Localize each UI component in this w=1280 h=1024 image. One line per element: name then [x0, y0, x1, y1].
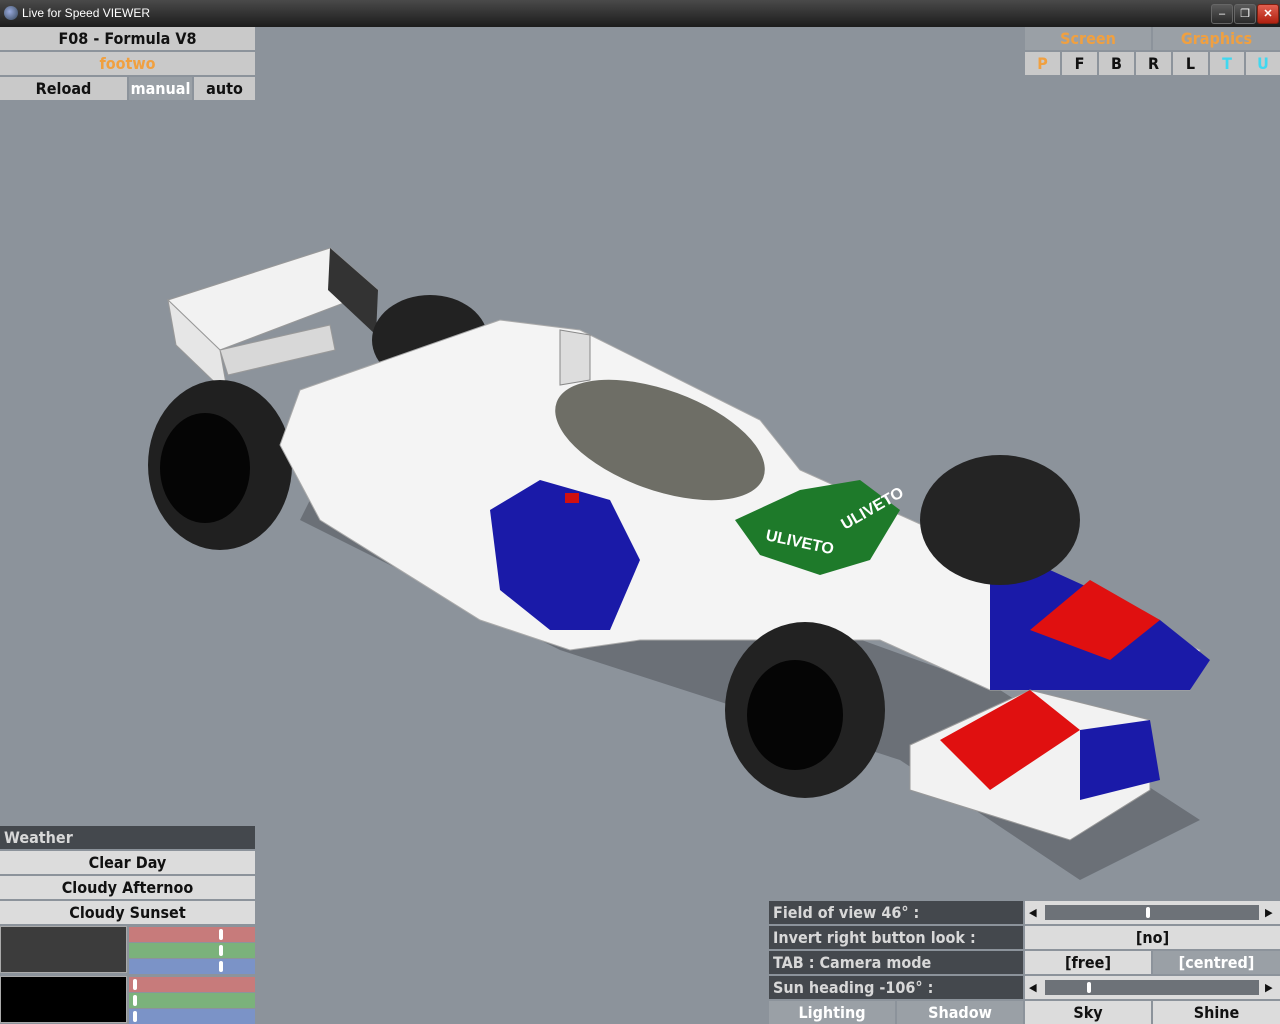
field-of-view-control[interactable]: ◀ ▶	[1025, 901, 1280, 924]
tab-shadow[interactable]: Shadow	[897, 1001, 1023, 1024]
screen-button[interactable]: Screen	[1025, 27, 1151, 50]
view-b-button[interactable]: B	[1099, 52, 1134, 75]
slider-thumb[interactable]	[132, 979, 137, 990]
weather-cloudy-sunset-button[interactable]: Cloudy Sunset	[0, 901, 255, 924]
fov-track[interactable]	[1045, 905, 1259, 920]
view-t-button[interactable]: T	[1210, 52, 1244, 75]
field-of-view-label: Field of view 46° :	[769, 901, 1023, 924]
fov-slider-thumb[interactable]	[1145, 907, 1150, 918]
view-r-button[interactable]: R	[1136, 52, 1171, 75]
colour2-red-slider[interactable]	[129, 977, 255, 992]
fov-decrease-icon[interactable]: ◀	[1029, 901, 1037, 924]
view-f-button[interactable]: F	[1062, 52, 1097, 75]
weather-cloudy-afternoon-button[interactable]: Cloudy Afternoo	[0, 876, 255, 899]
slider-thumb[interactable]	[132, 1011, 137, 1022]
invert-look-toggle[interactable]: [no]	[1025, 926, 1280, 949]
car-3d-view[interactable]: ULIVETO ULIVETO	[0, 27, 1280, 887]
weather-clear-day-button[interactable]: Clear Day	[0, 851, 255, 874]
sun-decrease-icon[interactable]: ◀	[1029, 976, 1037, 999]
invert-look-label: Invert right button look :	[769, 926, 1023, 949]
camera-mode-free-button[interactable]: [free]	[1025, 951, 1151, 974]
sun-increase-icon[interactable]: ▶	[1265, 976, 1273, 999]
view-u-button[interactable]: U	[1246, 52, 1280, 75]
camera-mode-label: TAB : Camera mode	[769, 951, 1023, 974]
colour2-blue-slider[interactable]	[129, 1009, 255, 1024]
auto-button[interactable]: auto	[194, 77, 255, 100]
app-icon	[4, 6, 18, 20]
sun-track[interactable]	[1045, 980, 1259, 995]
tab-shine[interactable]: Shine	[1153, 1001, 1280, 1024]
restore-button[interactable]: ❐	[1234, 4, 1256, 24]
reload-button[interactable]: Reload	[0, 77, 127, 100]
skin-name-button[interactable]: footwo	[0, 52, 255, 75]
window-titlebar: Live for Speed VIEWER – ❐ ✕	[0, 0, 1280, 27]
sun-heading-control[interactable]: ◀ ▶	[1025, 976, 1280, 999]
colour1-green-slider[interactable]	[129, 943, 255, 958]
car-name-label: F08 - Formula V8	[0, 27, 255, 50]
ambient-colour-swatch	[0, 926, 127, 973]
slider-thumb[interactable]	[219, 945, 223, 956]
manual-button[interactable]: manual	[129, 77, 192, 100]
view-l-button[interactable]: L	[1173, 52, 1208, 75]
sun-heading-label: Sun heading -106° :	[769, 976, 1023, 999]
slider-thumb[interactable]	[132, 995, 137, 1006]
tab-sky[interactable]: Sky	[1025, 1001, 1151, 1024]
fov-increase-icon[interactable]: ▶	[1265, 901, 1273, 924]
minimize-button[interactable]: –	[1211, 4, 1233, 24]
window-title: Live for Speed VIEWER	[22, 6, 151, 20]
weather-title: Weather	[0, 826, 255, 849]
camera-mode-centred-button[interactable]: [centred]	[1153, 951, 1280, 974]
slider-thumb[interactable]	[219, 961, 223, 972]
close-button[interactable]: ✕	[1257, 4, 1279, 24]
sun-slider-thumb[interactable]	[1087, 982, 1091, 993]
view-p-button[interactable]: P	[1025, 52, 1060, 75]
colour2-green-slider[interactable]	[129, 993, 255, 1008]
slider-thumb[interactable]	[219, 929, 223, 940]
tab-lighting[interactable]: Lighting	[769, 1001, 895, 1024]
colour1-blue-slider[interactable]	[129, 959, 255, 974]
directional-colour-swatch	[0, 976, 127, 1023]
colour1-red-slider[interactable]	[129, 927, 255, 942]
graphics-button[interactable]: Graphics	[1153, 27, 1280, 50]
